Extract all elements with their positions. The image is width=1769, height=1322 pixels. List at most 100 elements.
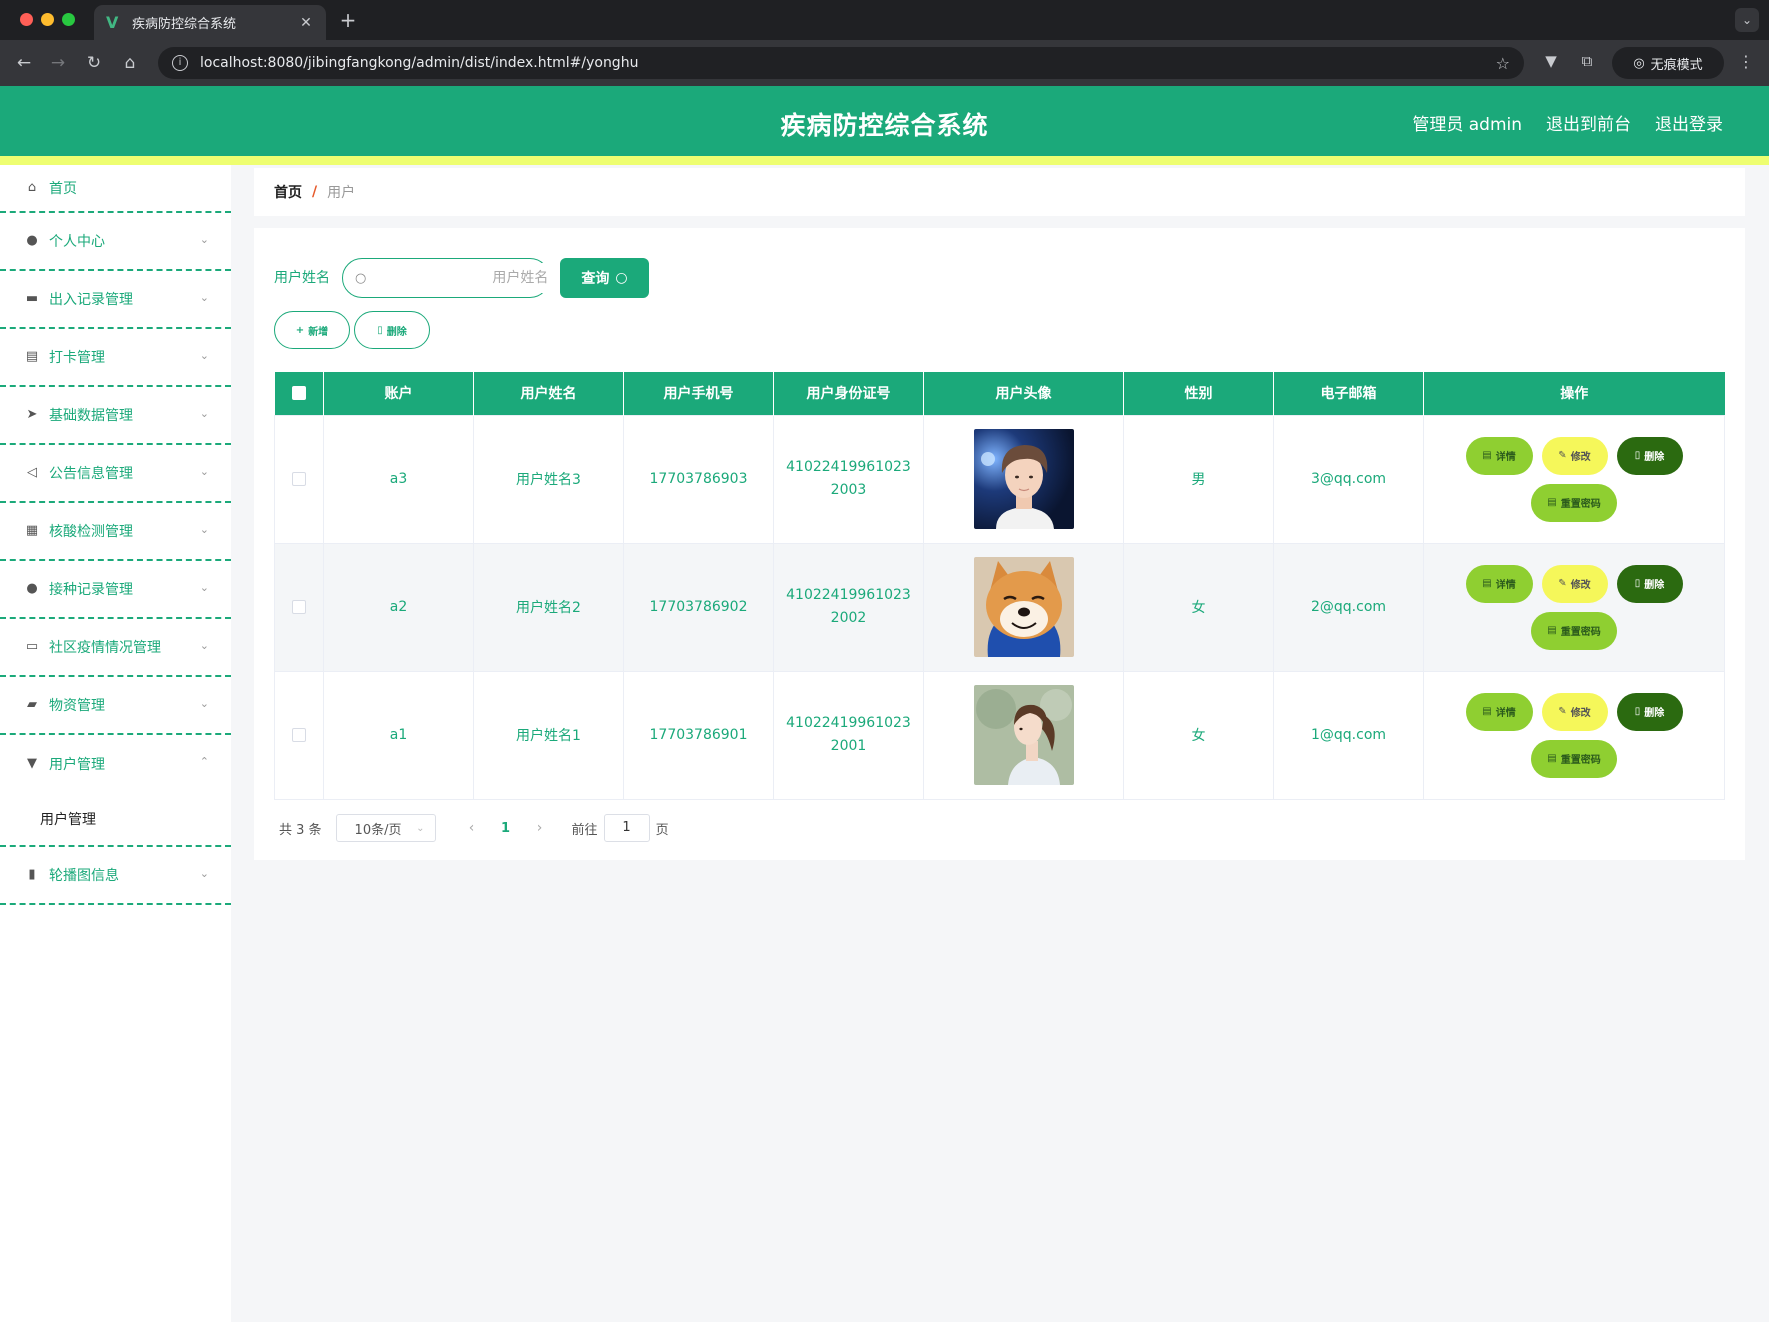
to-front-link[interactable]: 退出到前台 [1546, 110, 1631, 135]
search-field[interactable]: ○ [342, 258, 563, 298]
phone-cell: 17703786901 [623, 670, 774, 800]
page-number[interactable]: 1 [486, 821, 526, 836]
chevron-down-icon: ⌄ [199, 867, 209, 880]
sidebar-item-vaccination[interactable]: ● 接种记录管理 ⌄ [0, 561, 231, 619]
sidebar-item-basic-data[interactable]: ➤ 基础数据管理 ⌄ [0, 387, 231, 445]
document-icon: ▤ [1482, 578, 1492, 589]
home-browser-icon[interactable]: ⌂ [118, 51, 142, 75]
add-button[interactable]: + 新增 [274, 311, 350, 349]
document-icon: ▤ [1547, 753, 1557, 764]
row-checkbox-cell[interactable] [274, 542, 324, 672]
sidebar-item-access-records[interactable]: ▬ 出入记录管理 ⌄ [0, 271, 231, 329]
sidebar-item-label: 用户管理 [49, 757, 105, 773]
batch-delete-button[interactable]: ▯ 删除 [354, 311, 430, 349]
sidebar-item-community-epidemic[interactable]: ▭ 社区疫情情况管理 ⌄ [0, 619, 231, 677]
address-bar[interactable]: i localhost:8080/jibingfangkong/admin/di… [158, 47, 1524, 79]
incognito-badge[interactable]: ◎ 无痕模式 [1612, 47, 1724, 79]
select-all-cell[interactable] [274, 372, 324, 415]
maximize-window-button[interactable] [62, 13, 75, 26]
chevron-down-icon: ⌄ [199, 407, 209, 420]
logout-link[interactable]: 退出登录 [1655, 110, 1723, 135]
close-window-button[interactable] [20, 13, 33, 26]
account-cell: a3 [323, 414, 474, 544]
young-woman-avatar[interactable] [973, 685, 1074, 785]
delete-button[interactable]: ▯ 删除 [1616, 564, 1683, 603]
reset-password-button[interactable]: ▤ 重置密码 [1531, 483, 1617, 522]
avatar-cell [923, 414, 1124, 544]
user-table: 账户 用户姓名 用户手机号 用户身份证号 用户头像 性别 电子邮箱 操作 a3 … [274, 372, 1725, 800]
app-header: 疾病防控综合系统 管理员 admin 退出到前台 退出登录 [0, 86, 1769, 156]
new-tab-icon[interactable]: + [336, 8, 360, 32]
column-header: 用户身份证号 [773, 372, 924, 415]
browser-tab[interactable]: V 疾病防控综合系统 ✕ [94, 5, 326, 40]
next-page-icon[interactable]: › [526, 820, 554, 836]
table-row: a2 用户姓名2 17703786902 410224199610232002 [274, 542, 1725, 672]
sidebar-item-carousel[interactable]: ▮ 轮播图信息 ⌄ [0, 847, 231, 905]
prev-page-icon[interactable]: ‹ [458, 820, 486, 836]
reload-icon[interactable]: ↻ [82, 51, 106, 75]
sidebar-item-nucleic-test[interactable]: ▦ 核酸检测管理 ⌄ [0, 503, 231, 561]
sidebar-item-home[interactable]: ⌂ 首页 [0, 165, 231, 213]
back-icon[interactable]: ← [12, 51, 36, 75]
edit-button[interactable]: ✎ 修改 [1541, 564, 1608, 603]
delete-label: 删除 [1644, 580, 1665, 591]
sidebar-item-supplies[interactable]: ▰ 物资管理 ⌄ [0, 677, 231, 735]
pencil-icon: ✎ [1558, 450, 1567, 461]
row-checkbox[interactable] [292, 728, 306, 742]
minimize-window-button[interactable] [41, 13, 54, 26]
sidebar-group-users: ▼ 用户管理 ⌃ 用户管理 [0, 735, 231, 847]
email-cell: 1@qq.com [1273, 670, 1424, 800]
ops-cell: ▤ 详情 ✎ 修改 ▯ 删除 ▤ 重置密码 [1423, 414, 1725, 544]
chevron-down-icon: ⌄ [199, 581, 209, 594]
forward-icon[interactable]: → [46, 51, 70, 75]
edit-button[interactable]: ✎ 修改 [1541, 436, 1608, 475]
page-size-select[interactable]: 10条/页 ⌄ [335, 814, 436, 842]
pencil-icon: ✎ [1558, 578, 1567, 589]
search-icon: ○ [355, 270, 367, 286]
goto-page-input[interactable]: 1 [603, 814, 650, 842]
avatar-cell [923, 670, 1124, 800]
row-checkbox[interactable] [292, 600, 306, 614]
sidebar-item-personal-center[interactable]: ● 个人中心 ⌄ [0, 213, 231, 271]
reset-password-button[interactable]: ▤ 重置密码 [1531, 739, 1617, 778]
sidebar-item-user-management[interactable]: ▼ 用户管理 ⌃ [0, 735, 231, 793]
site-info-icon[interactable]: i [172, 55, 188, 71]
sidebar-subitem-user-management[interactable]: 用户管理 [0, 793, 231, 845]
document-icon: ▤ [1547, 497, 1557, 508]
tab-close-icon[interactable]: ✕ [298, 15, 314, 31]
search-input[interactable] [374, 263, 563, 293]
vue-devtools-icon[interactable]: ▼ [1540, 52, 1562, 70]
column-header: 用户头像 [923, 372, 1124, 415]
detail-label: 详情 [1495, 708, 1516, 719]
edit-button[interactable]: ✎ 修改 [1541, 692, 1608, 731]
browser-menu-icon[interactable]: ⋮ [1736, 52, 1756, 71]
detail-button[interactable]: ▤ 详情 [1465, 564, 1533, 603]
delete-button[interactable]: ▯ 删除 [1616, 692, 1683, 731]
stamp-icon: ▼ [27, 756, 37, 771]
tab-search-icon[interactable]: ⌄ [1735, 8, 1759, 32]
user-icon: ● [26, 581, 38, 596]
gender-cell: 男 [1123, 414, 1274, 544]
sidebar-item-label: 打卡管理 [49, 350, 105, 366]
table-row: a3 用户姓名3 17703786903 410224199610232003 [274, 414, 1725, 544]
row-checkbox[interactable] [292, 472, 306, 486]
delete-button[interactable]: ▯ 删除 [1616, 436, 1683, 475]
row-checkbox-cell[interactable] [274, 414, 324, 544]
reset-password-button[interactable]: ▤ 重置密码 [1531, 611, 1617, 650]
chevron-down-icon: ⌄ [199, 523, 209, 536]
detail-button[interactable]: ▤ 详情 [1465, 692, 1533, 731]
shiba-dog-avatar[interactable] [973, 557, 1074, 657]
document-icon: ▤ [1482, 706, 1492, 717]
bookmark-star-icon[interactable]: ☆ [1496, 54, 1510, 73]
detail-button[interactable]: ▤ 详情 [1465, 436, 1533, 475]
extensions-icon[interactable]: ⧉ [1576, 52, 1598, 70]
delete-button-label: 删除 [386, 326, 407, 338]
admin-user-label: 管理员 admin [1412, 115, 1522, 135]
young-man-avatar[interactable] [973, 429, 1074, 529]
sidebar-item-announcements[interactable]: ◁ 公告信息管理 ⌄ [0, 445, 231, 503]
select-all-checkbox[interactable] [291, 386, 306, 401]
query-button[interactable]: 查询 ○ [560, 258, 649, 298]
row-checkbox-cell[interactable] [274, 670, 324, 800]
breadcrumb-home[interactable]: 首页 [274, 182, 302, 202]
sidebar-item-checkin[interactable]: ▤ 打卡管理 ⌄ [0, 329, 231, 387]
